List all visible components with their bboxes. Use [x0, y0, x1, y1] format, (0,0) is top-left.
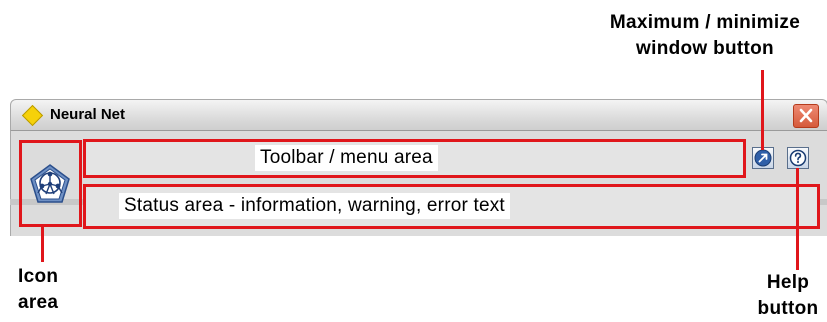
close-x-icon: [799, 108, 813, 123]
title-bar[interactable]: Neural Net: [10, 99, 827, 131]
maximize-minimize-callout-line1: Maximum / minimize: [609, 12, 801, 33]
icon-area-leader-line: [41, 226, 44, 262]
toolbar-area-label: Toolbar / menu area: [255, 145, 438, 171]
maximize-minimize-leader-line: [761, 70, 764, 150]
toolbar-area[interactable]: Toolbar / menu area: [83, 139, 746, 178]
help-button-callout: Help button: [752, 270, 824, 322]
maximize-minimize-callout: Maximum / minimize window button: [585, 10, 825, 62]
question-mark-icon: [789, 149, 807, 167]
maximize-minimize-button[interactable]: [752, 147, 774, 169]
close-button[interactable]: [793, 104, 819, 128]
neural-net-window: Neural Net Toolbar / menu area Status ar…: [10, 99, 827, 236]
neural-net-logo-icon: [30, 164, 70, 203]
status-area-label: Status area - information, warning, erro…: [119, 193, 510, 219]
help-button-leader-line: [796, 168, 799, 270]
maximize-arrow-icon: [754, 149, 772, 167]
icon-area-callout-line1: Icon: [18, 266, 59, 287]
maximize-minimize-callout-line2: window button: [636, 38, 774, 59]
status-area: Status area - information, warning, erro…: [83, 184, 820, 229]
icon-area-callout: Icon area: [18, 264, 58, 316]
diamond-icon: [21, 104, 44, 127]
icon-area-callout-line2: area: [18, 292, 59, 313]
help-button-callout-line1: Help: [766, 272, 810, 293]
help-button-callout-line2: button: [757, 298, 819, 319]
help-button[interactable]: [787, 147, 809, 169]
window-title: Neural Net: [50, 106, 126, 123]
